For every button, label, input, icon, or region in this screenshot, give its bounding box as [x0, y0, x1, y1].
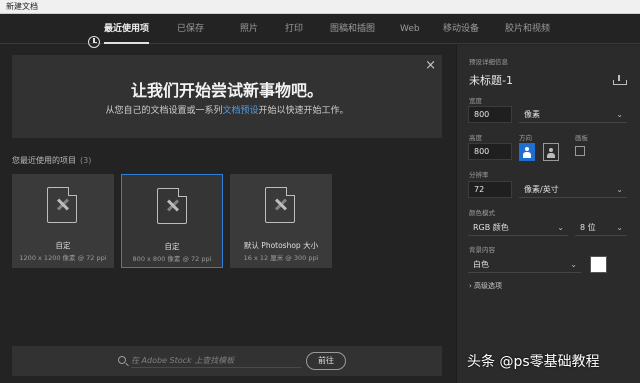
welcome-text-after: 开始以快速开始工作。 [258, 106, 349, 116]
preset-details-label: 预设详细信息 [469, 58, 508, 66]
landscape-orientation-icon[interactable] [543, 143, 559, 161]
recent-item-card[interactable]: 默认 Photoshop 大小 16 x 12 厘米 @ 300 ppi [230, 174, 332, 268]
preset-details-panel: 预设详细信息 未标题-1 宽度 800 像素 ⌄ 高度 方向 画板 800 分辨率… [456, 45, 640, 383]
bit-depth-value: 8 位 [580, 223, 596, 232]
background-label: 背景内容 [469, 246, 495, 254]
recent-item-name: 自定 [55, 241, 71, 250]
orientation-label: 方向 [519, 134, 532, 142]
recent-item-meta: 1200 x 1200 像素 @ 72 ppi [19, 254, 107, 262]
stock-search-bar: 前往 [12, 346, 442, 376]
recent-item-meta: 16 x 12 厘米 @ 300 ppi [243, 254, 319, 262]
background-select[interactable]: 白色 ⌄ [468, 256, 581, 273]
width-input[interactable]: 800 [468, 106, 512, 123]
welcome-text: 从您自己的文档设置或一系列文档预设开始以快速开始工作。 [12, 103, 442, 116]
width-label: 宽度 [469, 97, 482, 105]
advanced-options-toggle[interactable]: › 高级选项 [469, 281, 502, 291]
bit-depth-select[interactable]: 8 位 ⌄ [575, 219, 627, 236]
chevron-down-icon: ⌄ [557, 223, 564, 232]
search-icon [118, 356, 126, 364]
resolution-unit-select[interactable]: 像素/英寸 ⌄ [519, 181, 627, 198]
go-button[interactable]: 前往 [306, 352, 346, 370]
welcome-text-before: 从您自己的文档设置或一系列 [105, 106, 223, 116]
tab-print[interactable]: 打印 [285, 14, 303, 44]
recent-item-card[interactable]: 自定 1200 x 1200 像素 @ 72 ppi [12, 174, 114, 268]
document-name-field[interactable]: 未标题-1 [469, 72, 513, 88]
document-icon [47, 187, 77, 223]
tab-photo[interactable]: 照片 [240, 14, 258, 44]
height-input[interactable]: 800 [468, 143, 512, 160]
recent-item-name: 默认 Photoshop 大小 [243, 241, 319, 250]
welcome-banner: × 让我们开始尝试新事物吧。 从您自己的文档设置或一系列文档预设开始以快速开始工… [12, 55, 442, 138]
color-mode-value: RGB 颜色 [473, 223, 509, 232]
welcome-heading: 让我们开始尝试新事物吧。 [130, 81, 323, 100]
portrait-orientation-icon[interactable] [519, 143, 535, 161]
background-value: 白色 [473, 260, 489, 269]
recent-items-heading: 您最近使用的项目 (3) [12, 155, 91, 166]
recent-item-name: 自定 [164, 242, 180, 251]
tab-film-video[interactable]: 胶片和视频 [505, 14, 550, 44]
recent-items-title: 您最近使用的项目 [12, 156, 76, 165]
recent-items-count: (3) [80, 156, 92, 165]
stock-search-input[interactable] [131, 354, 301, 368]
chevron-down-icon: ⌄ [616, 185, 623, 194]
clock-icon [88, 36, 100, 48]
document-icon [157, 188, 187, 224]
close-icon[interactable]: × [425, 58, 436, 73]
save-preset-icon[interactable] [613, 75, 627, 85]
background-color-swatch[interactable] [590, 256, 607, 273]
tab-mobile[interactable]: 移动设备 [443, 14, 479, 44]
recent-item-card-selected[interactable]: 自定 800 x 800 像素 @ 72 ppi [121, 174, 223, 268]
color-mode-select[interactable]: RGB 颜色 ⌄ [468, 219, 568, 236]
width-unit-value: 像素 [524, 110, 540, 119]
chevron-down-icon: ⌄ [570, 260, 577, 269]
tab-art-illustration[interactable]: 图稿和插图 [330, 14, 375, 44]
window-titlebar: 新建文档 [0, 0, 640, 14]
document-presets-link[interactable]: 文档预设 [222, 106, 258, 116]
chevron-down-icon: ⌄ [616, 223, 623, 232]
watermark: 头条 @ps零基础教程 [467, 354, 600, 370]
resolution-label: 分辨率 [469, 171, 489, 179]
tab-recent[interactable]: 最近使用项 [104, 14, 150, 44]
color-mode-label: 颜色模式 [469, 209, 495, 217]
artboard-checkbox[interactable] [575, 146, 585, 156]
recent-item-meta: 800 x 800 像素 @ 72 ppi [132, 255, 212, 263]
tab-bar: 最近使用项 已保存 照片 打印 图稿和插图 Web 移动设备 胶片和视频 [0, 14, 640, 48]
artboard-label: 画板 [575, 134, 588, 142]
resolution-input[interactable]: 72 [468, 181, 512, 198]
height-label: 高度 [469, 134, 482, 142]
width-unit-select[interactable]: 像素 ⌄ [519, 106, 627, 123]
chevron-down-icon: ⌄ [616, 110, 623, 119]
advanced-options-label: 高级选项 [474, 282, 503, 290]
resolution-unit-value: 像素/英寸 [524, 185, 559, 194]
document-icon [265, 187, 295, 223]
tab-web[interactable]: Web [400, 14, 420, 44]
tab-saved[interactable]: 已保存 [177, 14, 204, 44]
window-title: 新建文档 [6, 2, 38, 11]
